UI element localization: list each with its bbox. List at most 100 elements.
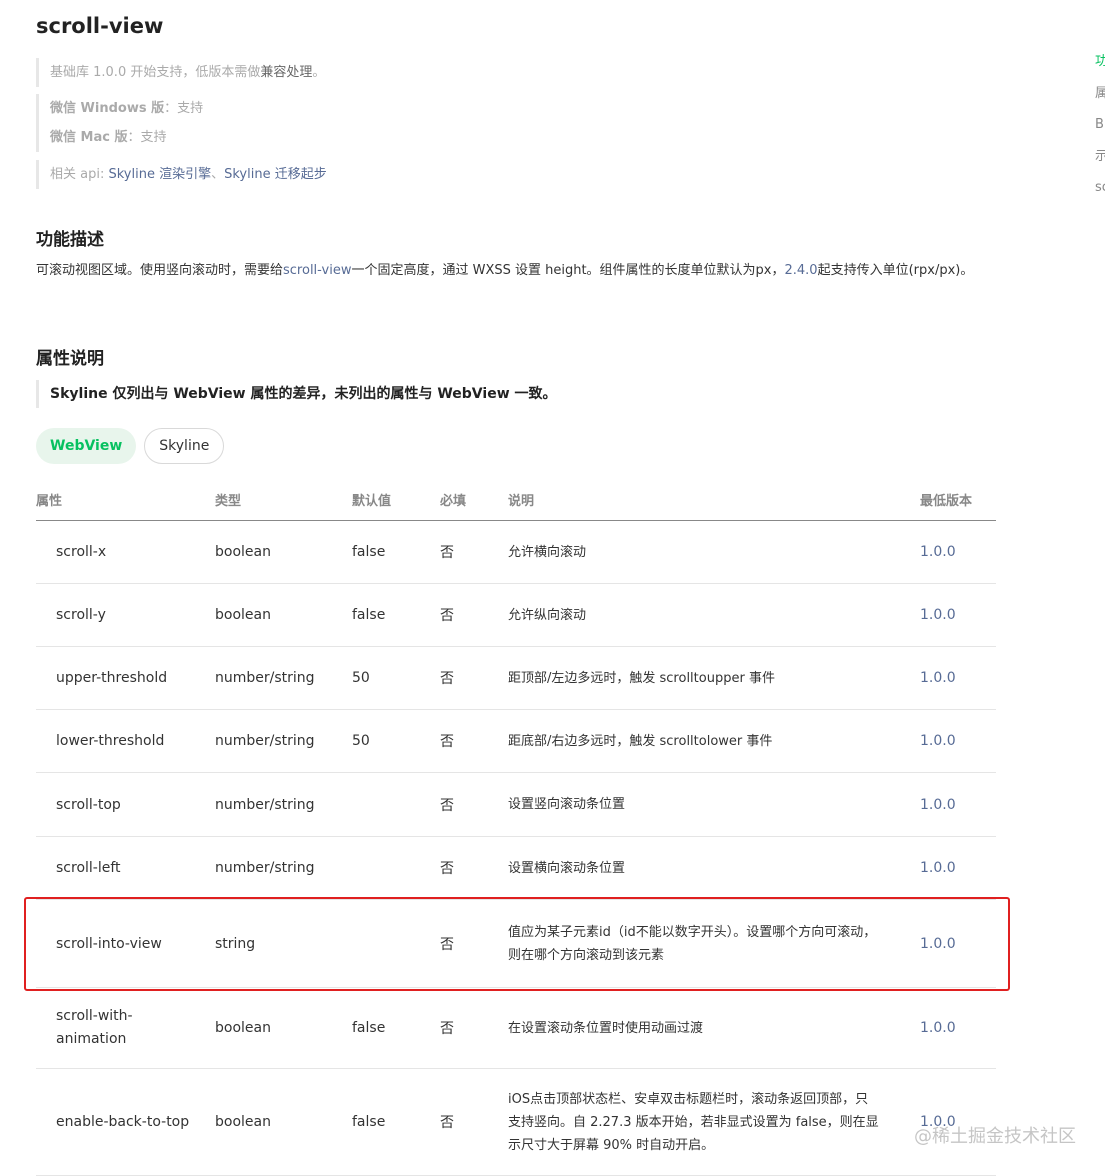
table-row: scroll-with-animation boolean false 否在设置滚动条… (36, 987, 996, 1069)
cell-min-version: 1.0.0 (920, 899, 996, 988)
cell-type: boolean (215, 987, 352, 1069)
cell-type: boolean (215, 520, 352, 584)
cell-attribute: scroll-with-animation (36, 987, 215, 1069)
cell-attribute: scroll-y (36, 583, 215, 647)
cell-min-version: 1.0.0 (920, 583, 996, 647)
cell-description: 值应为某子元素id（id不能以数字开头）。设置哪个方向可滚动，则在哪个方向滚动到… (508, 899, 920, 988)
cell-attribute: scroll-into-view (36, 899, 215, 988)
cell-description: 设置横向滚动条位置 (508, 836, 920, 900)
cell-default: false (352, 987, 440, 1069)
table-row: scroll-y boolean false 否允许纵向滚动 1.0.0 (36, 583, 996, 647)
cell-type: number/string (215, 646, 352, 710)
cell-required: 否 (440, 646, 508, 710)
version-240-link[interactable]: 2.4.0 (785, 263, 818, 278)
cell-min-version: 1.0.0 (920, 772, 996, 837)
cell-required: 否 (440, 899, 508, 988)
cell-description: iOS点击顶部状态栏、安卓双击标题栏时，滚动条返回顶部，只支持竖向。自 2.27… (508, 1068, 920, 1176)
section-title-attributes: 属性说明 (36, 349, 104, 369)
cell-required: 否 (440, 1068, 508, 1176)
cell-required: 否 (440, 583, 508, 647)
version-note-text: 基础库 1.0.0 开始支持，低版本需做 (50, 65, 261, 80)
cell-min-version: 1.0.0 (920, 646, 996, 710)
cell-min-version: 1.0.0 (920, 709, 996, 773)
desc-part2: 一个固定高度，通过 WXSS 设置 height。组件属性的长度单位默认为px， (351, 263, 785, 278)
cell-description: 允许纵向滚动 (508, 583, 920, 647)
header-description: 说明 (508, 478, 920, 521)
cell-default: false (352, 520, 440, 584)
cell-min-version: 1.0.0 (920, 520, 996, 584)
table-row: upper-threshold number/string 50 否距顶部/左边多远时… (36, 646, 996, 710)
cell-description: 允许横向滚动 (508, 520, 920, 584)
tab-webview[interactable]: WebView (36, 428, 137, 464)
toc-sidebar: 功 属 B 示 sc (1095, 52, 1105, 210)
mac-label: 微信 Mac 版 (50, 130, 128, 145)
table-row: enable-back-to-top boolean false 否 iOS点击顶部状态… (36, 1068, 996, 1176)
cell-attribute: lower-threshold (36, 709, 215, 773)
windows-label: 微信 Windows 版 (50, 101, 165, 116)
cell-required: 否 (440, 520, 508, 584)
cell-default (352, 899, 440, 988)
cell-type: number/string (215, 836, 352, 900)
section-title-description: 功能描述 (36, 230, 104, 250)
cell-default: false (352, 583, 440, 647)
version-note-suffix: 。 (312, 65, 326, 80)
cell-required: 否 (440, 836, 508, 900)
compat-link[interactable]: 兼容处理 (260, 65, 312, 80)
cell-default: 50 (352, 709, 440, 773)
header-required: 必填 (440, 478, 508, 521)
cell-description: 在设置滚动条位置时使用动画过渡 (508, 987, 920, 1069)
cell-default: 50 (352, 646, 440, 710)
version-note: 基础库 1.0.0 开始支持，低版本需做兼容处理。 (36, 58, 325, 87)
cell-description: 设置竖向滚动条位置 (508, 772, 920, 837)
desc-part1: 可滚动视图区域。使用竖向滚动时，需要给 (36, 263, 284, 278)
table-row: scroll-into-view string 否值应为某子元素id（id不能以数字… (36, 899, 996, 988)
toc-item[interactable]: 示 (1095, 147, 1105, 179)
page-title: scroll-view (36, 14, 164, 38)
cell-attribute: enable-back-to-top (36, 1068, 215, 1176)
cell-type: number/string (215, 709, 352, 773)
header-type: 类型 (215, 478, 352, 521)
skyline-migrate-link[interactable]: Skyline 迁移起步 (224, 167, 327, 182)
cell-min-version: 1.0.0 (920, 836, 996, 900)
tab-skyline[interactable]: Skyline (144, 428, 225, 464)
table-row: scroll-x boolean false 否允许横向滚动 1.0.0 (36, 520, 996, 584)
windows-value: ：支持 (164, 101, 204, 116)
related-api-sep: 、 (211, 167, 225, 182)
cell-default: false (352, 1068, 440, 1176)
render-tabs: WebView Skyline (36, 428, 225, 464)
skyline-attr-note: Skyline 仅列出与 WebView 属性的差异，未列出的属性与 WebVi… (36, 380, 557, 408)
cell-min-version: 1.0.0 (920, 987, 996, 1069)
platform-note: 微信 Windows 版：支持 微信 Mac 版：支持 (36, 94, 203, 152)
cell-type: boolean (215, 583, 352, 647)
table-row: scroll-top number/string 否设置竖向滚动条位置 1.0.0 (36, 772, 996, 837)
header-min-version: 最低版本 (920, 478, 996, 521)
cell-attribute: upper-threshold (36, 646, 215, 710)
toc-item[interactable]: 功 (1095, 52, 1105, 84)
cell-attribute: scroll-top (36, 772, 215, 837)
table-row: scroll-left number/string 否设置横向滚动条位置 1.0.0 (36, 836, 996, 900)
cell-default (352, 836, 440, 900)
attributes-table: 属性 类型 默认值 必填 说明 最低版本 scroll-x boolean fals… (36, 478, 996, 1176)
cell-default (352, 772, 440, 837)
table-row: lower-threshold number/string 50 否距底部/右边多远时… (36, 709, 996, 773)
header-default: 默认值 (352, 478, 440, 521)
cell-description: 距底部/右边多远时，触发 scrolltolower 事件 (508, 709, 920, 773)
skyline-render-link[interactable]: Skyline 渲染引擎 (108, 167, 211, 182)
desc-part3: 起支持传入单位(rpx/px)。 (817, 263, 974, 278)
toc-item[interactable]: sc (1095, 178, 1105, 210)
scroll-view-link[interactable]: scroll-view (283, 263, 351, 278)
cell-attribute: scroll-left (36, 836, 215, 900)
cell-required: 否 (440, 709, 508, 773)
cell-required: 否 (440, 772, 508, 837)
mac-value: ：支持 (127, 130, 167, 145)
toc-item[interactable]: 属 (1095, 84, 1105, 116)
table-header-row: 属性 类型 默认值 必填 说明 最低版本 (36, 478, 996, 521)
description-text: 可滚动视图区域。使用竖向滚动时，需要给scroll-view一个固定高度，通过 … (36, 260, 976, 282)
toc-item[interactable]: B (1095, 115, 1105, 147)
cell-attribute: scroll-x (36, 520, 215, 584)
cell-type: number/string (215, 772, 352, 837)
cell-type: string (215, 899, 352, 988)
related-api-label: 相关 api: (50, 167, 109, 182)
header-attribute: 属性 (36, 478, 215, 521)
cell-description: 距顶部/左边多远时，触发 scrolltoupper 事件 (508, 646, 920, 710)
